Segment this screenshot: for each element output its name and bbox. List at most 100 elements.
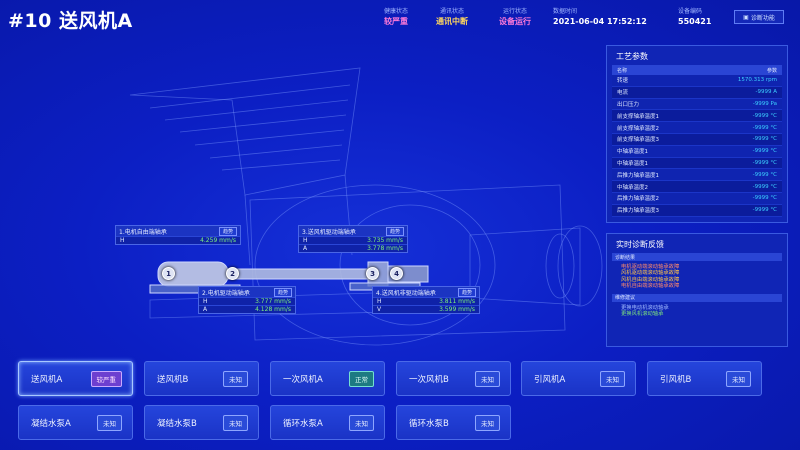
bearing-callout-1: 1.电机自由端轴承 趋势 H 4.259 mm/s: [115, 225, 241, 245]
bearing-callout-title: 3.送风机驱动端轴承: [302, 228, 356, 236]
param-value: -9999 A: [755, 89, 778, 96]
comm-status-value: 通讯中断: [436, 17, 468, 26]
health-status-label: 健康状态: [383, 8, 408, 15]
table-row: 电流 -9999 A: [612, 86, 782, 99]
device-status-badge: 未知: [223, 370, 248, 387]
device-name: 一次风机B: [409, 374, 449, 385]
param-value: -9999 °C: [752, 136, 777, 143]
diagnosis-panel: 实时诊断反馈 诊断结果 电机驱动端滚动轴承故障 风机驱动端滚动轴承故障 风机自由…: [606, 233, 788, 347]
device-button[interactable]: 一次风机A 正常: [270, 361, 385, 396]
table-row: 中轴承温度2 -9999 °C: [612, 181, 782, 193]
device-status-badge: 未知: [600, 370, 625, 387]
device-status-badge: 较严重: [90, 370, 122, 387]
table-row: 中轴承温度1 -9999 °C: [612, 157, 782, 170]
device-button[interactable]: 循环水泵A 未知: [270, 405, 385, 440]
device-button[interactable]: 凝结水泵A 未知: [18, 405, 133, 440]
param-name: 中轴承温度1: [617, 160, 648, 167]
device-status-badge: 正常: [349, 370, 374, 387]
table-row: 中轴承温度1 -9999 °C: [612, 145, 782, 158]
vibration-value: 3.778 mm/s: [367, 245, 403, 252]
param-value: -9999 °C: [752, 148, 777, 155]
data-time: 数据时间 2021-06-04 17:52:12: [553, 8, 661, 27]
trend-button[interactable]: 趋势: [218, 226, 237, 236]
run-status-value: 设备运行: [499, 17, 531, 26]
data-time-value: 2021-06-04 17:52:12: [553, 17, 647, 26]
comm-status-label: 通讯状态: [439, 8, 464, 15]
device-button[interactable]: 凝结水泵B 未知: [144, 405, 259, 440]
axis-label: H: [120, 237, 125, 244]
device-name: 送风机A: [31, 374, 63, 385]
param-name: 转速: [617, 78, 629, 85]
vibration-value: 3.811 mm/s: [439, 298, 475, 305]
table-row: 前支撑轴承温度3 -9999 °C: [612, 133, 782, 146]
axis-label: H: [303, 237, 308, 244]
bearing-marker-2[interactable]: 2: [226, 267, 239, 280]
param-name: 中轴承温度1: [617, 149, 648, 156]
param-value: -9999 °C: [752, 183, 777, 190]
param-name: 电流: [617, 90, 629, 97]
diagnosis-result-header: 诊断结果: [612, 253, 782, 261]
diagnosis-function-label: 诊断功能: [750, 14, 775, 22]
param-value: 1570.313 rpm: [737, 77, 777, 84]
device-button[interactable]: 循环水泵B 未知: [396, 405, 511, 440]
device-name: 送风机B: [157, 374, 189, 385]
param-name: 出口压力: [617, 101, 640, 108]
device-button[interactable]: 一次风机B 未知: [396, 361, 511, 396]
col-param-header: 参数: [766, 67, 777, 74]
bearing-marker-4[interactable]: 4: [390, 267, 403, 280]
table-row: 转速 1570.313 rpm: [612, 75, 782, 87]
bearing-marker-1[interactable]: 1: [162, 267, 175, 280]
vibration-value: 3.599 mm/s: [439, 306, 475, 313]
device-name: 引风机B: [660, 374, 692, 385]
table-row: 出口压力 -9999 Pa: [612, 98, 782, 111]
data-time-label: 数据时间: [553, 8, 578, 15]
table-row: 后推力轴承温度2 -9999 °C: [612, 192, 782, 205]
vibration-value: 4.128 mm/s: [255, 306, 291, 313]
axis-label: V: [377, 306, 382, 313]
maintenance-advice: 更换风机滚动轴承: [621, 311, 664, 318]
param-value: -9999 °C: [752, 124, 777, 131]
vibration-value: 4.259 mm/s: [200, 237, 236, 244]
param-value: -9999 °C: [752, 195, 777, 202]
maintenance-advice-header: 维修建议: [612, 293, 782, 302]
comm-status: 通讯状态 通讯中断: [428, 8, 476, 27]
process-params-panel: 工艺参数 名称 参数 转速 1570.313 rpm 电流 -9999 A 出口压力 -9…: [606, 45, 788, 223]
trend-button[interactable]: 趋势: [385, 226, 404, 236]
device-code-value: 550421: [678, 17, 712, 26]
device-status-badge: 未知: [223, 414, 248, 431]
param-name: 中轴承温度2: [617, 184, 648, 191]
diagnosis-icon: ▣: [743, 13, 749, 21]
health-status-value: 较严重: [384, 17, 408, 26]
param-name: 后推力轴承温度2: [617, 196, 659, 203]
param-value: -9999 °C: [752, 207, 777, 214]
bearing-callout-4: 4.送风机非驱动端轴承 趋势 H 3.811 mm/s V 3.599 mm/s: [372, 286, 480, 314]
axis-label: H: [377, 298, 382, 305]
run-status-label: 运行状态: [502, 8, 527, 15]
axis-label: A: [203, 306, 208, 313]
trend-button[interactable]: 趋势: [457, 287, 476, 297]
device-status-badge: 未知: [475, 414, 500, 431]
bearing-callout-title: 2.电机驱动端轴承: [202, 289, 250, 297]
trend-button[interactable]: 趋势: [273, 287, 292, 297]
bearing-marker-3[interactable]: 3: [366, 267, 379, 280]
param-name: 前支撑轴承温度2: [617, 125, 659, 132]
param-value: -9999 °C: [752, 159, 777, 166]
device-button[interactable]: 引风机B 未知: [647, 361, 762, 396]
col-name-header: 名称: [617, 67, 628, 74]
device-status-badge: 未知: [726, 370, 751, 387]
run-status: 运行状态 设备运行: [490, 8, 540, 27]
diagnosis-function-button[interactable]: ▣ 诊断功能: [734, 10, 784, 24]
param-name: 前支撑轴承温度3: [617, 137, 659, 144]
device-button[interactable]: 引风机A 未知: [521, 361, 636, 396]
device-name: 凝结水泵A: [31, 418, 71, 429]
param-value: -9999 Pa: [752, 100, 777, 107]
page-title: #10 送风机A: [8, 10, 133, 32]
table-row: 前支撑轴承温度1 -9999 °C: [612, 110, 782, 123]
device-code: 设备编码 550421: [678, 8, 722, 27]
device-name: 循环水泵B: [409, 418, 449, 429]
vibration-value: 3.777 mm/s: [255, 298, 291, 305]
table-row: 后推力轴承温度3 -9999 °C: [612, 204, 782, 217]
device-button[interactable]: 送风机B 未知: [144, 361, 259, 396]
health-status: 健康状态 较严重: [376, 8, 416, 27]
device-button[interactable]: 送风机A 较严重: [18, 361, 133, 396]
